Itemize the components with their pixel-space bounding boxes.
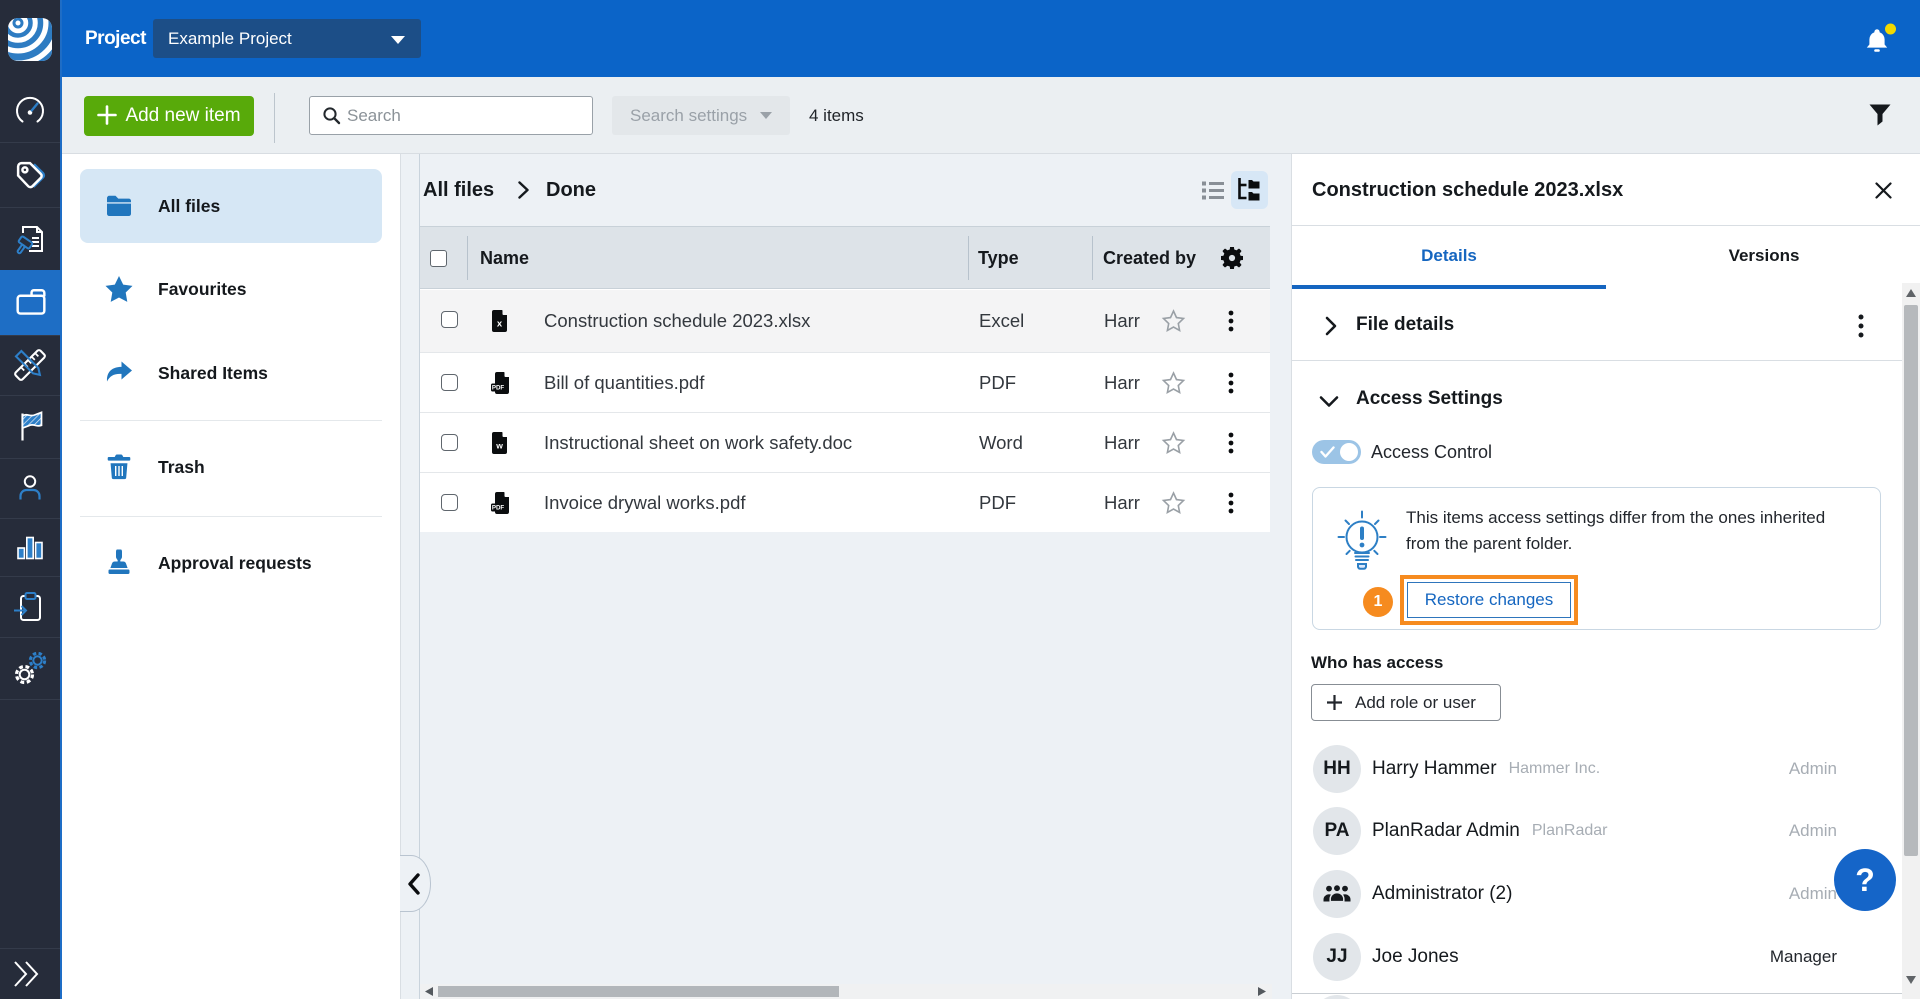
svg-text:w: w <box>495 440 503 450</box>
svg-text:PDF: PDF <box>492 504 505 511</box>
svg-text:x: x <box>497 319 503 330</box>
svg-text:PDF: PDF <box>492 384 505 391</box>
